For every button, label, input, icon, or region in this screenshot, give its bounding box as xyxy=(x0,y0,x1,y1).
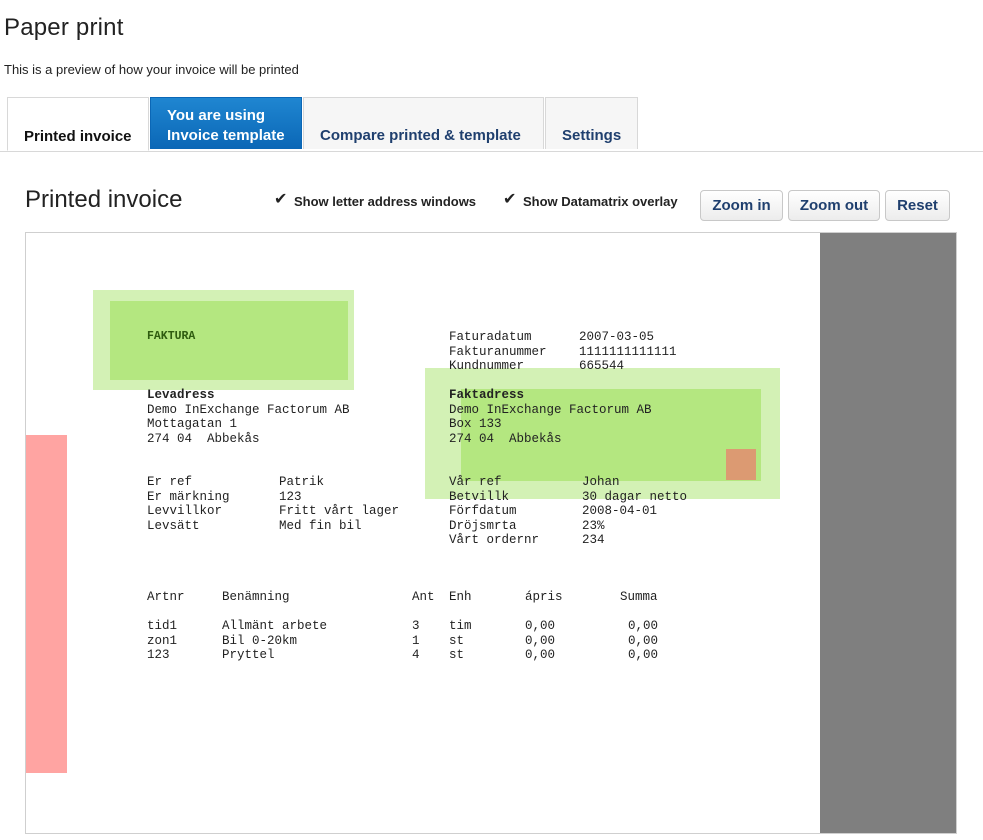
date-labels: Faturadatum Fakturanummer Kundnummer xyxy=(449,330,547,374)
address-line: Mottagatan 1 xyxy=(147,417,238,431)
show-datamatrix-checkbox[interactable]: ✔ Show Datamatrix overlay xyxy=(503,191,678,209)
ref-value: 2008-04-01 xyxy=(582,504,658,518)
ref-label: Levsätt xyxy=(147,518,200,533)
ref-label: Vårt ordernr xyxy=(449,533,540,547)
tab-bar: Printed invoice You are using Invoice te… xyxy=(0,97,983,152)
table-cell: 0,00 xyxy=(525,619,556,633)
ref-label: Förfdatum xyxy=(449,504,517,518)
tab-printed-invoice[interactable]: Printed invoice xyxy=(7,97,149,151)
table-header-enh: Enh xyxy=(449,590,472,604)
show-windows-checkbox[interactable]: ✔ Show letter address windows xyxy=(274,191,477,209)
table-cell: st xyxy=(449,633,465,648)
ref-label: Vår ref xyxy=(449,475,502,489)
zoom-in-button[interactable]: Zoom in xyxy=(700,190,783,221)
ref-value: 23% xyxy=(582,518,605,533)
address-line: Demo InExchange Factorum AB xyxy=(147,402,350,417)
refs-right-labels: Vår ref Betvillk Förfdatum Dröjsmrta Vårt or… xyxy=(449,475,539,548)
date-value: 665544 xyxy=(579,359,625,373)
delivery-address: Levadress Demo InExchange Factorum AB Mott… xyxy=(147,388,350,446)
checkmark-icon: ✔ xyxy=(503,191,517,208)
page-subtitle: This is a preview of how your invoice wi… xyxy=(4,62,299,77)
date-label: Kundnummer xyxy=(449,359,525,373)
tab-printed-invoice-label: Printed invoice xyxy=(24,128,132,145)
section-title: Printed invoice xyxy=(25,186,183,213)
sender-window-inner xyxy=(110,301,348,380)
reset-button[interactable]: Reset xyxy=(885,190,950,221)
table-header-apris: ápris xyxy=(525,590,563,604)
tab-invoice-template[interactable]: You are using Invoice template xyxy=(150,97,302,149)
ref-value: 234 xyxy=(582,533,605,547)
table-cell: 0,00 xyxy=(525,648,556,662)
table-cell: Bil 0-20km xyxy=(222,633,298,648)
table-col-apris: 0,00 0,00 0,00 xyxy=(525,619,555,663)
tab-compare[interactable]: Compare printed & template xyxy=(303,97,544,149)
table-cell: 0,00 xyxy=(628,619,659,633)
table-cell: st xyxy=(449,648,465,662)
ref-value: 123 xyxy=(279,489,302,504)
invoice-preview[interactable]: FAKTURA Faturadatum Fakturanummer Kundnumm… xyxy=(25,232,957,834)
ref-label: Er ref xyxy=(147,475,193,489)
ref-value: 30 dagar netto xyxy=(582,489,688,504)
table-col-benamning: Allmänt arbete Bil 0-20km Pryttel xyxy=(222,619,327,663)
date-value: 2007-03-05 xyxy=(579,330,655,344)
tab-invoice-template-line2: Invoice template xyxy=(167,127,285,144)
tab-compare-label: Compare printed & template xyxy=(320,127,521,144)
refs-left-labels: Er ref Er märkning Levvillkor Levsätt xyxy=(147,475,230,533)
ref-value: Johan xyxy=(582,475,620,489)
table-cell: 3 xyxy=(412,619,420,633)
zoom-out-button[interactable]: Zoom out xyxy=(788,190,880,221)
billing-address: Faktadress Demo InExchange Factorum AB Box… xyxy=(449,388,652,446)
ref-label: Dröjsmrta xyxy=(449,518,517,533)
scan-area-marker xyxy=(26,435,67,773)
table-cell: tid1 xyxy=(147,619,178,633)
show-windows-label: Show letter address windows xyxy=(294,193,477,209)
printer-margin xyxy=(820,233,956,833)
tab-settings[interactable]: Settings xyxy=(545,97,638,149)
date-label: Fakturanummer xyxy=(449,344,547,359)
table-col-ant: 314 xyxy=(412,619,420,663)
table-cell: 1 xyxy=(412,633,420,648)
table-header-ant: Ant xyxy=(412,590,435,604)
table-cell: Pryttel xyxy=(222,648,275,662)
delivery-address-heading: Levadress xyxy=(147,388,215,402)
tab-settings-label: Settings xyxy=(562,127,622,144)
table-cell: Allmänt arbete xyxy=(222,619,328,633)
ref-label: Levvillkor xyxy=(147,504,223,518)
table-header-summa: Summa xyxy=(620,590,658,604)
page-title: Paper print xyxy=(4,14,124,41)
address-line: Demo InExchange Factorum AB xyxy=(449,402,652,417)
billing-address-heading: Faktadress xyxy=(449,388,525,402)
table-header-artnr: Artnr xyxy=(147,590,185,604)
ref-value: Med fin bil xyxy=(279,518,362,533)
refs-left-values: Patrik 123 Fritt vårt lager Med fin bil xyxy=(279,475,399,533)
show-datamatrix-label: Show Datamatrix overlay xyxy=(523,193,678,209)
date-label: Faturadatum xyxy=(449,330,532,344)
ref-label: Er märkning xyxy=(147,489,230,504)
table-col-summa: 0,00 0,00 0,00 xyxy=(628,619,658,663)
ref-value: Fritt vårt lager xyxy=(279,504,400,518)
table-col-enh: tim st st xyxy=(449,619,472,663)
table-header-benamning: Benämning xyxy=(222,590,290,604)
checkmark-icon: ✔ xyxy=(274,191,288,208)
address-line: Box 133 xyxy=(449,417,502,431)
table-cell: 0,00 xyxy=(628,633,659,648)
table-cell: 0,00 xyxy=(525,633,556,648)
address-line: 274 04 Abbekås xyxy=(449,431,562,446)
ref-value: Patrik xyxy=(279,475,325,489)
refs-right-values: Johan 30 dagar netto 2008-04-01 23% 234 xyxy=(582,475,687,548)
table-cell: tim xyxy=(449,619,472,633)
date-value: 1111111111111 xyxy=(579,344,677,359)
table-cell: 0,00 xyxy=(628,648,659,662)
table-cell: 4 xyxy=(412,648,420,662)
table-cell: 123 xyxy=(147,648,170,662)
datamatrix-overlay xyxy=(726,449,756,480)
table-cell: zon1 xyxy=(147,633,178,648)
table-col-artnr: tid1 zon1 123 xyxy=(147,619,177,663)
ref-label: Betvillk xyxy=(449,489,510,504)
address-line: 274 04 Abbekås xyxy=(147,431,260,446)
invoice-heading: FAKTURA xyxy=(147,330,196,343)
date-values: 2007-03-05 1111111111111 665544 xyxy=(579,330,677,374)
tab-invoice-template-line1: You are using xyxy=(167,107,266,124)
